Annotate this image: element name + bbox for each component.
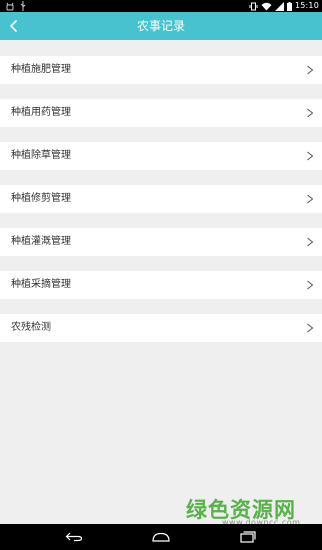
vibrate-icon [249, 2, 258, 10]
menu-item-label: 种植采摘管理 [11, 279, 71, 290]
menu-item-label: 种植施肥管理 [11, 64, 71, 75]
chevron-right-icon [307, 237, 314, 247]
usb-debug-icon [6, 2, 14, 10]
menu-item-fertilizer[interactable]: 种植施肥管理 [0, 56, 322, 84]
nav-recents-button[interactable] [228, 524, 268, 550]
menu-item-label: 种植灌溉管理 [11, 236, 71, 247]
menu-item-weeding[interactable]: 种植除草管理 [0, 142, 322, 170]
usb-icon [20, 1, 26, 11]
chevron-right-icon [307, 151, 314, 161]
recents-icon [240, 531, 256, 543]
page-title: 农事记录 [136, 19, 185, 33]
nav-bar [0, 524, 322, 550]
status-right: 15:10 [249, 0, 319, 12]
menu-item-irrigation[interactable]: 种植灌溉管理 [0, 228, 322, 256]
signal-icon [274, 1, 284, 11]
menu-item-label: 种植除草管理 [11, 150, 71, 161]
wifi-icon [261, 2, 272, 10]
menu-item-pruning[interactable]: 种植修剪管理 [0, 185, 322, 213]
chevron-right-icon [307, 108, 314, 118]
chevron-right-icon [307, 194, 314, 204]
menu-item-label: 种植修剪管理 [11, 193, 71, 204]
back-icon [65, 532, 83, 542]
status-bar: 15:10 [0, 0, 322, 12]
chevron-right-icon [307, 280, 314, 290]
menu-item-label: 农残检测 [11, 322, 51, 333]
home-icon [152, 532, 170, 542]
battery-icon [286, 1, 292, 11]
menu-item-harvest[interactable]: 种植采摘管理 [0, 271, 322, 299]
menu-item-residue-test[interactable]: 农残检测 [0, 314, 322, 342]
status-time: 15:10 [294, 1, 319, 10]
chevron-right-icon [307, 65, 314, 75]
nav-back-button[interactable] [54, 524, 94, 550]
menu-item-pesticide[interactable]: 种植用药管理 [0, 99, 322, 127]
watermark: 绿色资源网 www.downcc.com [186, 498, 320, 527]
title-bar: 农事记录 [0, 12, 322, 40]
status-left [6, 1, 26, 11]
nav-home-button[interactable] [141, 524, 181, 550]
chevron-right-icon [307, 323, 314, 333]
menu-item-label: 种植用药管理 [11, 107, 71, 118]
